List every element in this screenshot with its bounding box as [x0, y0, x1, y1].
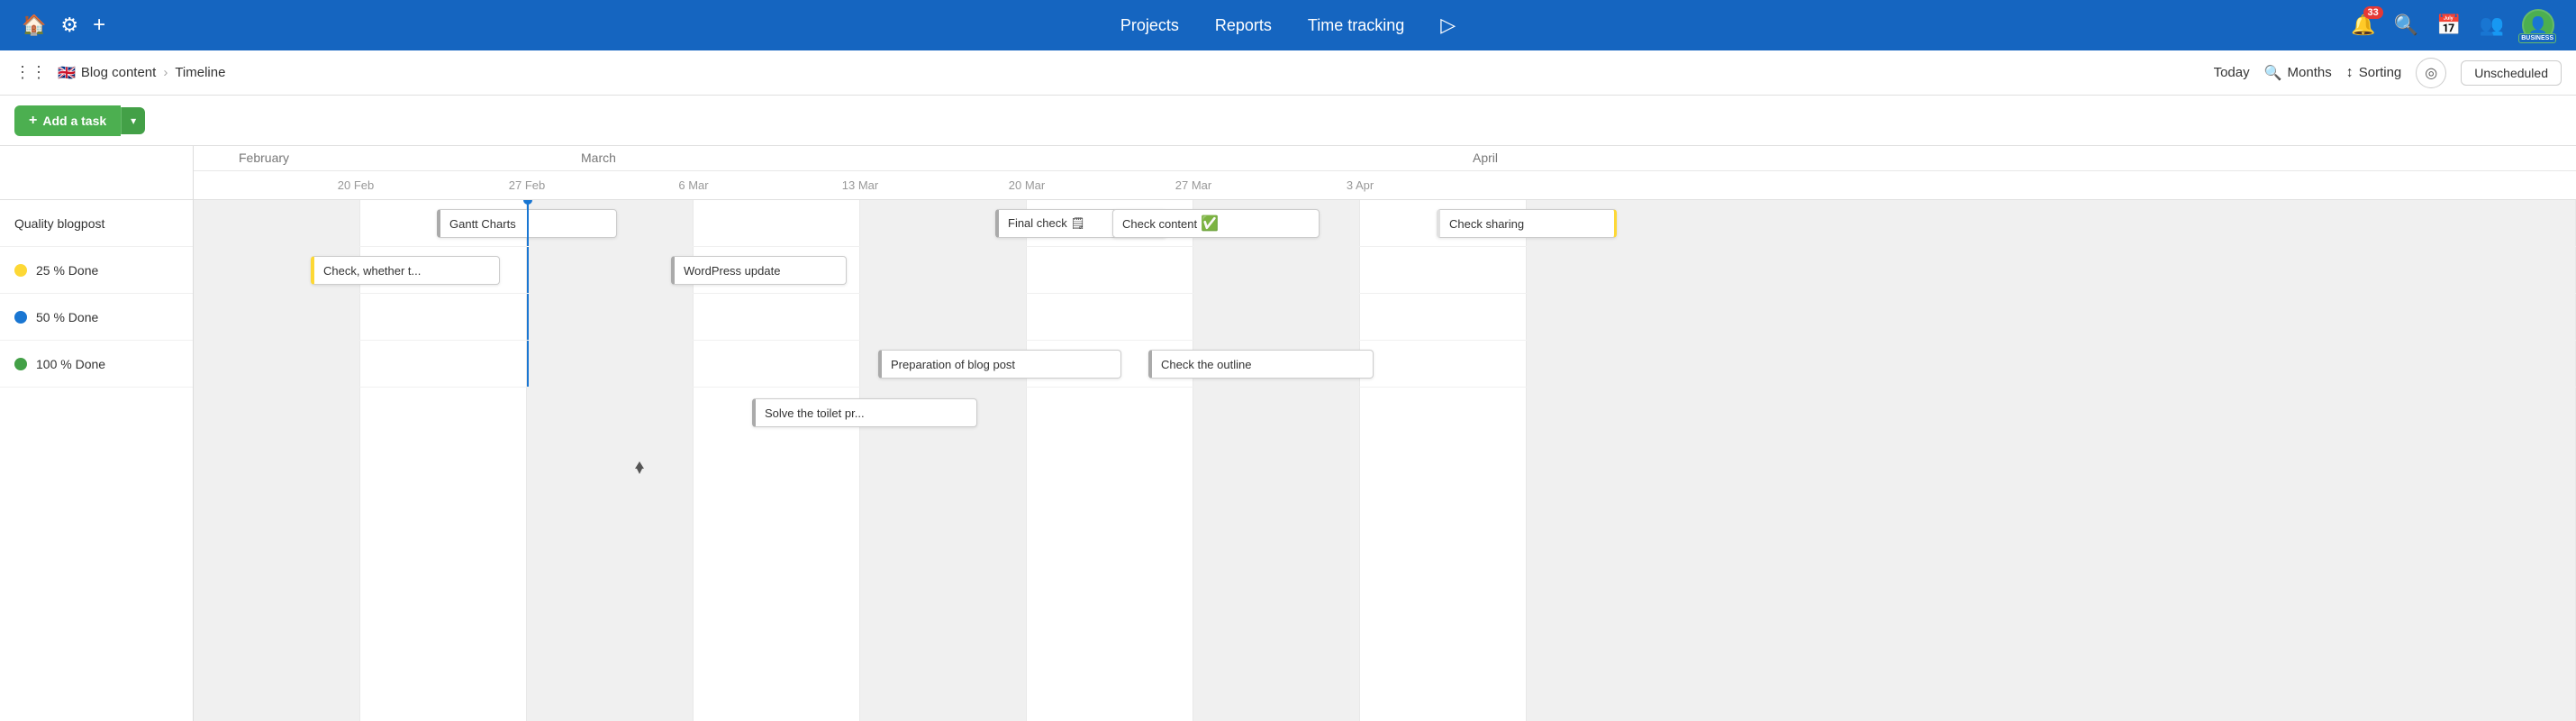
week-27feb: 27 Feb: [509, 178, 545, 192]
task-final-check-label: Final check 🗒: [1008, 216, 1085, 231]
today-line: [527, 200, 529, 246]
home-icon[interactable]: 🏠: [22, 14, 46, 37]
magnify-icon: 🔍: [2264, 64, 2282, 82]
gantt-row-label-50: 50 % Done: [0, 294, 193, 341]
today-line-row2: [527, 294, 529, 340]
task-wordpress-update-label: WordPress update: [684, 264, 780, 278]
task-check-content[interactable]: Check content ✅: [1112, 209, 1320, 238]
today-button[interactable]: Today: [2214, 65, 2250, 80]
left-panel: Quality blogpost 25 % Done 50 % Done 100…: [0, 146, 194, 721]
task-check-whether[interactable]: Check, whether t...: [311, 256, 500, 285]
quality-blogpost-label: Quality blogpost: [14, 216, 104, 231]
gantt-panel: February March April 20 Feb 27 Feb 6 Mar…: [194, 146, 2576, 721]
add-task-button[interactable]: + Add a task: [14, 105, 121, 136]
task-gantt-charts-label: Gantt Charts: [449, 217, 516, 231]
50-done-label: 50 % Done: [36, 310, 98, 324]
add-task-label: Add a task: [42, 114, 106, 128]
gantt-row-1: Check, whether t... WordPress update: [194, 247, 2576, 294]
sort-icon: ↕: [2346, 65, 2354, 81]
task-check-sharing-label: Check sharing: [1449, 217, 1524, 231]
week-20feb: 20 Feb: [338, 178, 374, 192]
gantt-row-label-100: 100 % Done: [0, 341, 193, 388]
month-row: February March April: [194, 146, 2576, 171]
toolbar-row: + Add a task ▾: [0, 96, 2576, 146]
sorting-button[interactable]: ↕ Sorting: [2346, 65, 2402, 81]
month-march: March: [581, 151, 616, 165]
unscheduled-button[interactable]: Unscheduled: [2461, 60, 2562, 86]
gantt-row-2: [194, 294, 2576, 341]
breadcrumb-menu-icon[interactable]: ⋮⋮: [14, 63, 47, 82]
notification-bell[interactable]: 🔔 33: [2351, 14, 2375, 37]
gantt-row-label-25: 25 % Done: [0, 247, 193, 294]
time-header: February March April 20 Feb 27 Feb 6 Mar…: [194, 146, 2576, 200]
dot-green: [14, 358, 27, 370]
breadcrumb-current-view: Timeline: [175, 65, 225, 80]
task-solve-toilet-label: Solve the toilet pr...: [765, 406, 865, 420]
nav-time-tracking[interactable]: Time tracking: [1308, 16, 1404, 35]
avatar-business-label: BUSINESS: [2518, 33, 2556, 43]
today-dot: [523, 200, 532, 205]
check-content-checkmark: ✅: [1201, 214, 1219, 233]
today-line-row1: [527, 247, 529, 293]
dot-blue: [14, 311, 27, 324]
task-check-outline[interactable]: Check the outline: [1148, 350, 1374, 379]
gantt-container: Quality blogpost 25 % Done 50 % Done 100…: [0, 146, 2576, 721]
gantt-body: Gantt Charts Final check 🗒 Check sharing…: [194, 200, 2576, 721]
left-panel-header: [0, 146, 193, 200]
100-done-label: 100 % Done: [36, 357, 105, 371]
nav-right-actions: 🔔 33 🔍 📅 👥 👤 BUSINESS: [2351, 9, 2554, 41]
task-check-sharing[interactable]: Check sharing: [1437, 209, 1617, 238]
task-solve-toilet[interactable]: Solve the toilet pr...: [752, 398, 977, 427]
breadcrumb-separator: ›: [163, 65, 168, 80]
users-icon[interactable]: 👥: [2480, 14, 2504, 37]
gantt-row-3: Preparation of blog post Check the outli…: [194, 341, 2576, 388]
sorting-label: Sorting: [2359, 65, 2402, 80]
task-check-outline-label: Check the outline: [1161, 358, 1251, 371]
settings-icon[interactable]: ⚙: [60, 14, 78, 37]
months-button[interactable]: 🔍 Months: [2264, 64, 2332, 82]
search-icon[interactable]: 🔍: [2394, 14, 2418, 37]
add-task-dropdown-button[interactable]: ▾: [121, 107, 145, 134]
chevron-down-icon: ▾: [131, 114, 136, 127]
cursor: [635, 461, 646, 478]
nav-reports[interactable]: Reports: [1215, 16, 1272, 35]
avatar[interactable]: 👤 BUSINESS: [2522, 9, 2554, 41]
settings-circle-button[interactable]: ◎: [2416, 58, 2446, 88]
today-line-row3: [527, 341, 529, 387]
week-row: 20 Feb 27 Feb 6 Mar 13 Mar 20 Mar 27 Mar…: [194, 171, 2576, 199]
task-check-whether-label: Check, whether t...: [323, 264, 421, 278]
gantt-rows: Gantt Charts Final check 🗒 Check sharing…: [194, 200, 2576, 721]
week-13mar: 13 Mar: [842, 178, 878, 192]
nav-links: Projects Reports Time tracking ▷: [1120, 14, 1456, 37]
task-wordpress-update[interactable]: WordPress update: [671, 256, 847, 285]
gantt-row-0: Gantt Charts Final check 🗒 Check sharing…: [194, 200, 2576, 247]
plus-icon: +: [29, 113, 37, 129]
task-preparation-label: Preparation of blog post: [891, 358, 1015, 371]
week-6mar: 6 Mar: [678, 178, 708, 192]
nav-projects[interactable]: Projects: [1120, 16, 1179, 35]
month-april: April: [1473, 151, 1498, 165]
task-preparation[interactable]: Preparation of blog post: [878, 350, 1121, 379]
breadcrumb-project[interactable]: Blog content: [81, 65, 156, 80]
target-icon: ◎: [2425, 64, 2437, 82]
25-done-label: 25 % Done: [36, 263, 98, 278]
week-3apr: 3 Apr: [1347, 178, 1374, 192]
add-icon[interactable]: +: [93, 13, 105, 38]
top-navigation: 🏠 ⚙ + Projects Reports Time tracking ▷ 🔔…: [0, 0, 2576, 50]
dot-yellow: [14, 264, 27, 277]
view-controls: Today 🔍 Months ↕ Sorting ◎ Unscheduled: [2214, 58, 2562, 88]
play-icon[interactable]: ▷: [1440, 14, 1456, 37]
week-20mar: 20 Mar: [1009, 178, 1045, 192]
calendar-icon[interactable]: 📅: [2436, 14, 2461, 37]
notification-count: 33: [2363, 6, 2383, 19]
week-27mar: 27 Mar: [1175, 178, 1211, 192]
task-check-content-label: Check content: [1122, 217, 1197, 231]
breadcrumb-row: ⋮⋮ 🇬🇧 Blog content › Timeline Today 🔍 Mo…: [0, 50, 2576, 96]
month-february: February: [239, 151, 289, 165]
months-label: Months: [2288, 65, 2332, 80]
gantt-row-label-quality: Quality blogpost: [0, 200, 193, 247]
breadcrumb-flag: 🇬🇧: [58, 64, 76, 82]
